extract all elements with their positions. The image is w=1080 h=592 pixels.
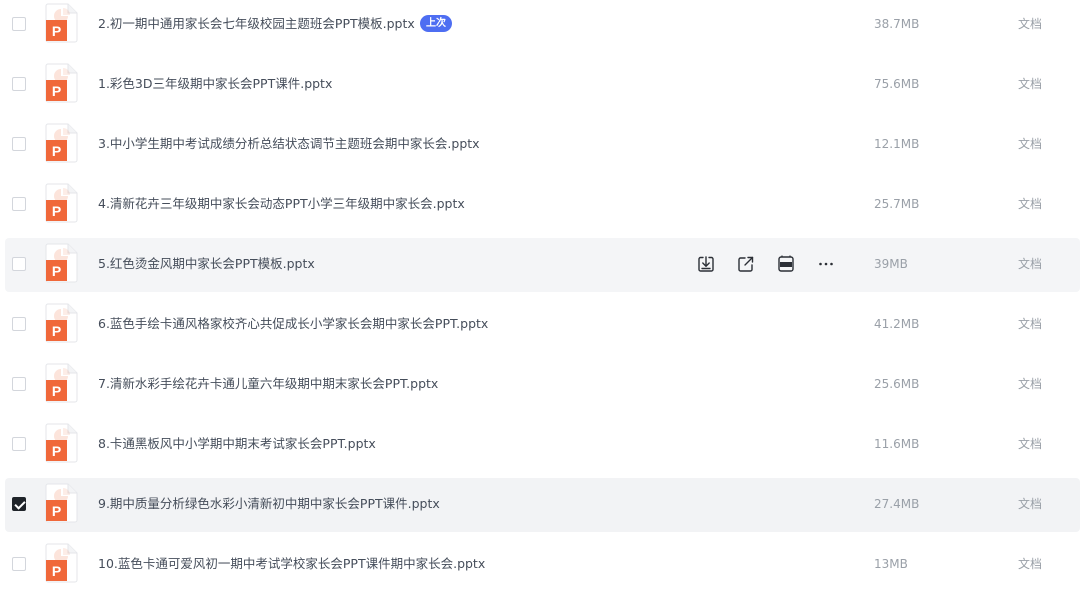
file-name[interactable]: 8.卡通黑板风中小学期中期末考试家长会PPT.pptx — [98, 435, 376, 453]
file-name[interactable]: 2.初一期中通用家长会七年级校园主题班会PPT模板.pptx — [98, 15, 415, 33]
file-type: 文档 — [1018, 17, 1043, 31]
file-row[interactable]: P 1.彩色3D三年级期中家长会PPT课件.pptx 75.6MB 文档 — [0, 58, 1080, 112]
svg-text:P: P — [52, 563, 61, 579]
file-row[interactable]: P 10.蓝色卡通可爱风初一期中考试学校家长会PPT课件期中家长会.pptx 13M… — [0, 538, 1080, 592]
svg-text:P: P — [52, 323, 61, 339]
convert-pdf-button[interactable] — [776, 254, 796, 274]
file-type: 文档 — [1018, 497, 1043, 511]
file-size: 75.6MB — [874, 77, 920, 91]
file-type: 文档 — [1018, 257, 1043, 271]
pdf-icon — [776, 254, 796, 274]
ppt-file-icon: P — [45, 363, 78, 403]
file-name[interactable]: 4.清新花卉三年级期中家长会动态PPT小学三年级期中家长会.pptx — [98, 195, 465, 213]
ppt-file-icon: P — [45, 423, 78, 463]
row-checkbox[interactable] — [12, 437, 26, 451]
row-checkbox[interactable] — [12, 77, 26, 91]
share-icon — [736, 254, 756, 274]
ppt-file-icon: P — [45, 123, 78, 163]
file-size: 27.4MB — [874, 497, 920, 511]
last-opened-badge: 上次 — [420, 15, 452, 32]
svg-text:P: P — [52, 263, 61, 279]
file-size: 41.2MB — [874, 317, 920, 331]
ppt-file-icon: P — [45, 483, 78, 523]
file-row[interactable]: P 8.卡通黑板风中小学期中期末考试家长会PPT.pptx 11.6MB 文档 — [0, 418, 1080, 472]
file-name[interactable]: 10.蓝色卡通可爱风初一期中考试学校家长会PPT课件期中家长会.pptx — [98, 555, 485, 573]
row-checkbox[interactable] — [12, 377, 26, 391]
row-checkbox[interactable] — [12, 497, 26, 511]
file-row[interactable]: P 7.清新水彩手绘花卉卡通儿童六年级期中期末家长会PPT.pptx 25.6MB 文… — [0, 358, 1080, 412]
file-name[interactable]: 5.红色烫金风期中家长会PPT模板.pptx — [98, 255, 315, 273]
row-checkbox[interactable] — [12, 137, 26, 151]
file-type: 文档 — [1018, 437, 1043, 451]
ppt-file-icon: P — [45, 243, 78, 283]
ppt-file-icon: P — [45, 63, 78, 103]
file-type: 文档 — [1018, 557, 1043, 571]
more-icon — [816, 254, 836, 274]
file-row[interactable]: P 5.红色烫金风期中家长会PPT模板.pptx 39MB 文档 — [0, 238, 1080, 292]
file-size: 12.1MB — [874, 137, 920, 151]
row-checkbox[interactable] — [12, 317, 26, 331]
more-button[interactable] — [816, 254, 836, 274]
download-icon — [696, 254, 716, 274]
file-name[interactable]: 7.清新水彩手绘花卉卡通儿童六年级期中期末家长会PPT.pptx — [98, 375, 438, 393]
file-type: 文档 — [1018, 197, 1043, 211]
file-name[interactable]: 6.蓝色手绘卡通风格家校齐心共促成长小学家长会期中家长会PPT.pptx — [98, 315, 488, 333]
row-checkbox[interactable] — [12, 17, 26, 31]
file-name[interactable]: 3.中小学生期中考试成绩分析总结状态调节主题班会期中家长会.pptx — [98, 135, 480, 153]
file-row[interactable]: P 9.期中质量分析绿色水彩小清新初中期中家长会PPT课件.pptx 27.4MB 文… — [0, 478, 1080, 532]
svg-text:P: P — [52, 23, 61, 39]
ppt-file-icon: P — [45, 3, 78, 43]
file-size: 13MB — [874, 557, 908, 571]
file-row[interactable]: P 2.初一期中通用家长会七年级校园主题班会PPT模板.pptx 上次 38.7MB 文… — [0, 0, 1080, 52]
file-size: 11.6MB — [874, 437, 920, 451]
ppt-file-icon: P — [45, 183, 78, 223]
svg-text:P: P — [52, 503, 61, 519]
svg-text:P: P — [52, 443, 61, 459]
ppt-file-icon: P — [45, 303, 78, 343]
svg-text:P: P — [52, 143, 61, 159]
file-size: 38.7MB — [874, 17, 920, 31]
file-list: P 2.初一期中通用家长会七年级校园主题班会PPT模板.pptx 上次 38.7MB 文… — [0, 0, 1080, 590]
file-row[interactable]: P 4.清新花卉三年级期中家长会动态PPT小学三年级期中家长会.pptx 25.7M… — [0, 178, 1080, 232]
row-checkbox[interactable] — [12, 257, 26, 271]
ppt-file-icon: P — [45, 543, 78, 583]
file-size: 25.6MB — [874, 377, 920, 391]
file-name[interactable]: 1.彩色3D三年级期中家长会PPT课件.pptx — [98, 75, 332, 93]
file-type: 文档 — [1018, 317, 1043, 331]
svg-text:P: P — [52, 203, 61, 219]
svg-text:P: P — [52, 83, 61, 99]
row-checkbox[interactable] — [12, 557, 26, 571]
file-type: 文档 — [1018, 377, 1043, 391]
file-type: 文档 — [1018, 137, 1043, 151]
download-button[interactable] — [696, 254, 716, 274]
file-row[interactable]: P 3.中小学生期中考试成绩分析总结状态调节主题班会期中家长会.pptx 12.1M… — [0, 118, 1080, 172]
svg-text:P: P — [52, 383, 61, 399]
file-type: 文档 — [1018, 77, 1043, 91]
file-size: 25.7MB — [874, 197, 920, 211]
row-checkbox[interactable] — [12, 197, 26, 211]
file-size: 39MB — [874, 257, 908, 271]
file-name[interactable]: 9.期中质量分析绿色水彩小清新初中期中家长会PPT课件.pptx — [98, 495, 440, 513]
file-row[interactable]: P 6.蓝色手绘卡通风格家校齐心共促成长小学家长会期中家长会PPT.pptx 41.… — [0, 298, 1080, 352]
share-button[interactable] — [736, 254, 756, 274]
